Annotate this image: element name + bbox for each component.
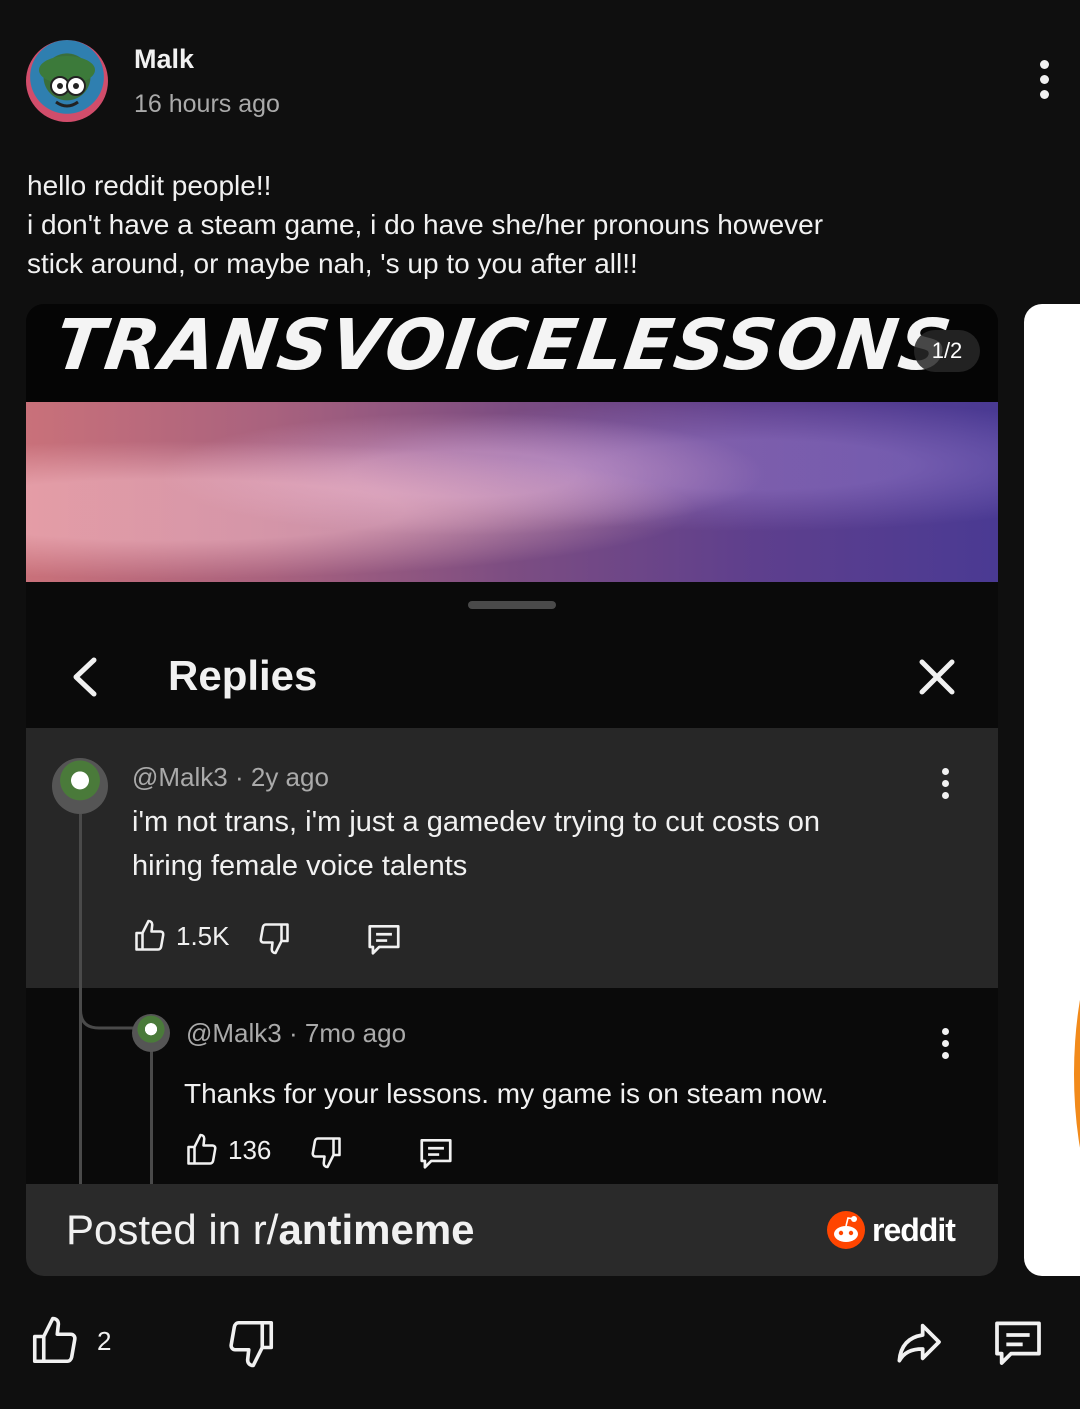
author-avatar[interactable] (26, 40, 108, 122)
comment-text-line: hiring female voice talents (132, 850, 468, 882)
comment-text: i'm not trans, i'm just a gamedev trying… (132, 800, 932, 888)
subreddit-name: antimeme (278, 1206, 475, 1253)
post-text-line: hello reddit people!! (27, 170, 272, 201)
comment-text-line: i'm not trans, i'm just a gamedev trying… (132, 806, 821, 838)
comment-button[interactable] (990, 1314, 1046, 1370)
next-image-shape (1074, 904, 1080, 1244)
comment-meta: @Malk3 · 2y ago (132, 762, 329, 792)
post-image-carousel[interactable]: TRANSVOICELESSONS 1/2 Replies @Malk3 · 2… (26, 304, 998, 1276)
posted-in-text: Posted in r/antimeme (66, 1206, 475, 1254)
thread-connector (79, 988, 135, 1030)
more-vert-icon[interactable] (1028, 60, 1060, 104)
sheet-handle (468, 601, 556, 609)
thumb-up-icon (187, 1133, 217, 1165)
thumb-up-icon (32, 1316, 77, 1364)
author-name[interactable]: Malk (134, 44, 194, 75)
image-counter: 1/2 (914, 330, 980, 372)
comment-icon (995, 1321, 1041, 1365)
comment-avatar (52, 758, 108, 814)
reply-text: Thanks for your lessons. my game is on s… (184, 1078, 829, 1109)
reply-like: 136 (184, 1132, 271, 1168)
replies-header: Replies (26, 634, 998, 724)
post-text-line: i don't have a steam game, i do have she… (27, 209, 824, 240)
thumb-down-icon (308, 1134, 344, 1170)
comment-like-count: 1.5K (176, 920, 230, 951)
dislike-button[interactable] (224, 1316, 278, 1370)
post-text-line: stick around, or maybe nah, 's up to you… (27, 248, 638, 279)
share-button[interactable] (890, 1314, 946, 1370)
comment-icon (416, 1134, 456, 1172)
more-vert-icon (935, 768, 955, 804)
banner-title: TRANSVOICELESSONS (50, 304, 958, 386)
reddit-brand: reddit (826, 1210, 956, 1250)
posted-in-prefix: Posted in r/ (66, 1206, 279, 1253)
thread-line (150, 1044, 153, 1184)
comment-icon (364, 920, 404, 958)
thumb-up-icon (135, 919, 165, 951)
back-chevron-icon (64, 654, 110, 700)
reply-avatar (132, 1014, 170, 1052)
reddit-logo-icon (827, 1211, 865, 1249)
comment-like: 1.5K (132, 918, 230, 954)
banner-title-strip: TRANSVOICELESSONS (26, 304, 998, 402)
like-count: 2 (97, 1326, 112, 1356)
posted-in-bar: Posted in r/antimeme reddit (26, 1184, 998, 1276)
reply-like-count: 136 (228, 1134, 272, 1165)
more-vert-icon (935, 1028, 955, 1064)
post-header: Malk 16 hours ago (0, 0, 1080, 140)
comment-card: @Malk3 · 2y ago i'm not trans, i'm just … (26, 728, 998, 988)
thumb-down-icon (229, 1320, 274, 1368)
banner-image (26, 402, 998, 582)
reddit-wordmark: reddit (872, 1211, 956, 1248)
like-button[interactable] (28, 1314, 82, 1368)
thumb-down-icon (256, 920, 292, 956)
reply-meta: @Malk3 · 7mo ago (186, 1018, 407, 1048)
replies-title: Replies (168, 652, 318, 699)
post-body: hello reddit people!! i don't have a ste… (27, 166, 1027, 283)
next-image-card[interactable] (1024, 304, 1080, 1276)
post-action-bar: 2 (0, 1300, 1080, 1400)
share-icon (897, 1323, 941, 1363)
close-icon (914, 654, 960, 700)
post-timestamp: 16 hours ago (134, 90, 280, 118)
